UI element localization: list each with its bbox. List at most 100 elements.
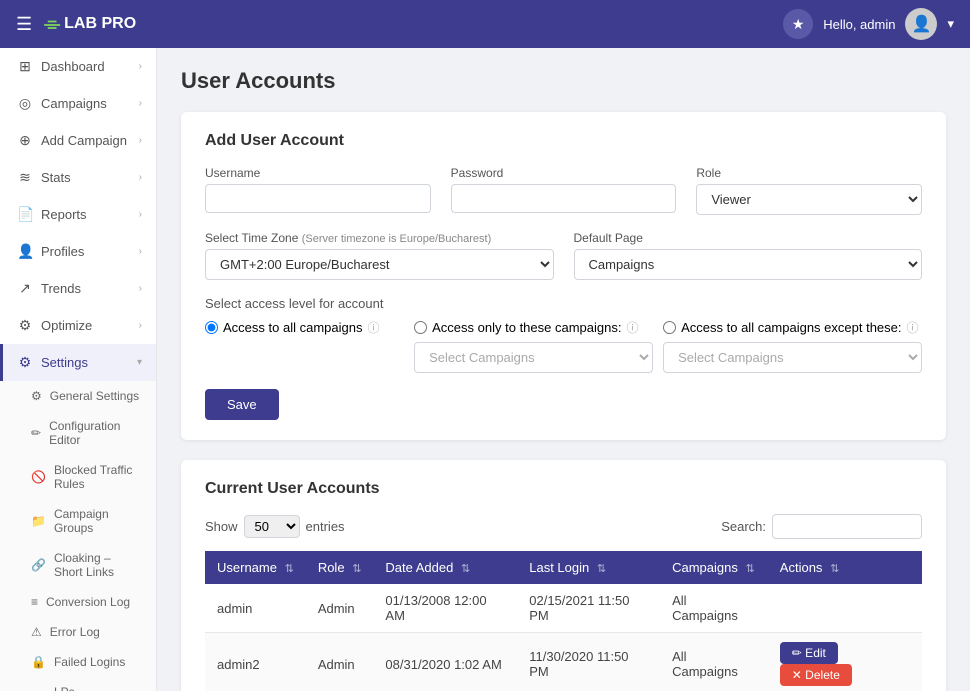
cell-actions: ✏ Edit ✕ Delete: [768, 633, 922, 691]
sidebar-item-settings[interactable]: ⚙ Settings ▾: [0, 344, 156, 381]
logo: ⌯ LAB PRO: [44, 13, 136, 36]
password-input[interactable]: [451, 184, 677, 213]
sort-icon-campaigns: ⇅: [745, 563, 754, 575]
table-controls: Show 50 25 100 entries Search:: [205, 514, 922, 539]
sidebar-sub-label-config-editor: Configuration Editor: [49, 419, 142, 447]
sidebar-label-optimize: Optimize: [41, 318, 92, 333]
search-input[interactable]: [772, 514, 922, 539]
table-header: Username ⇅ Role ⇅ Date Added ⇅ Last Lo: [205, 551, 922, 584]
col-campaigns[interactable]: Campaigns ⇅: [660, 551, 768, 584]
add-user-card: Add User Account Username Password Role …: [181, 112, 946, 440]
avatar[interactable]: 👤: [905, 8, 937, 40]
sidebar-sub-general-settings[interactable]: ⚙ General Settings: [0, 381, 156, 411]
sidebar-sub-campaign-groups[interactable]: 📁 Campaign Groups: [0, 499, 156, 543]
cell-last-login: 02/15/2021 11:50 PM: [517, 584, 660, 633]
access-radio-all[interactable]: [205, 321, 218, 334]
access-only-campaigns-select[interactable]: Select Campaigns: [414, 342, 653, 373]
cloaking-icon: 🔗: [31, 558, 46, 572]
access-option-all-top: Access to all campaigns ⓘ: [205, 319, 404, 336]
access-radio-except[interactable]: [663, 321, 676, 334]
chevron-icon: ›: [139, 246, 142, 257]
sidebar-item-trends[interactable]: ↗ Trends ›: [0, 270, 156, 307]
sidebar-item-campaigns[interactable]: ◎ Campaigns ›: [0, 85, 156, 122]
col-date-added[interactable]: Date Added ⇅: [373, 551, 517, 584]
col-username[interactable]: Username ⇅: [205, 551, 306, 584]
sidebar-item-add-campaign[interactable]: ⊕ Add Campaign ›: [0, 122, 156, 159]
table-row: admin2 Admin 08/31/2020 1:02 AM 11/30/20…: [205, 633, 922, 691]
optimize-icon: ⚙: [17, 317, 33, 334]
search-group: Search:: [721, 514, 922, 539]
role-select[interactable]: Viewer Editor Admin: [696, 184, 922, 215]
entries-label: entries: [306, 519, 345, 534]
save-button[interactable]: Save: [205, 389, 279, 420]
logo-text: LAB PRO: [64, 15, 136, 33]
sidebar-sub-lps-management[interactable]: 📋 LPs Management: [0, 677, 156, 691]
page-title: User Accounts: [181, 68, 946, 94]
default-page-select[interactable]: Campaigns Dashboard Stats: [574, 249, 923, 280]
timezone-select[interactable]: GMT+2:00 Europe/Bucharest: [205, 249, 554, 280]
username-label: Username: [205, 166, 431, 180]
col-last-login[interactable]: Last Login ⇅: [517, 551, 660, 584]
nav-left: ☰ ⌯ LAB PRO: [16, 13, 136, 36]
cell-role: Admin: [306, 633, 374, 691]
role-label: Role: [696, 166, 922, 180]
sidebar-label-reports: Reports: [41, 207, 87, 222]
access-label-except: Access to all campaigns except these:: [681, 320, 901, 335]
cell-date-added: 01/13/2008 12:00 AM: [373, 584, 517, 633]
username-input[interactable]: [205, 184, 431, 213]
profiles-icon: 👤: [17, 243, 33, 260]
dashboard-icon: ⊞: [17, 58, 33, 75]
sidebar-sub-menu: ⚙ General Settings ✏ Configuration Edito…: [0, 381, 156, 691]
error-log-icon: ⚠: [31, 625, 42, 639]
info-icon-only[interactable]: ⓘ: [626, 319, 638, 336]
sidebar-item-profiles[interactable]: 👤 Profiles ›: [0, 233, 156, 270]
info-icon-except[interactable]: ⓘ: [907, 319, 919, 336]
cell-campaigns: All Campaigns: [660, 584, 768, 633]
sidebar-sub-conversion-log[interactable]: ≡ Conversion Log: [0, 587, 156, 617]
sidebar-sub-cloaking[interactable]: 🔗 Cloaking – Short Links: [0, 543, 156, 587]
delete-button[interactable]: ✕ Delete: [780, 664, 852, 686]
access-option-except: Access to all campaigns except these: ⓘ …: [663, 319, 922, 373]
default-page-label: Default Page: [574, 231, 923, 245]
campaign-groups-icon: 📁: [31, 514, 46, 528]
sidebar-sub-failed-logins[interactable]: 🔒 Failed Logins: [0, 647, 156, 677]
col-role[interactable]: Role ⇅: [306, 551, 374, 584]
cell-username: admin2: [205, 633, 306, 691]
sort-icon-actions: ⇅: [830, 563, 839, 575]
cell-username: admin: [205, 584, 306, 633]
access-title: Select access level for account: [205, 296, 922, 311]
sidebar-label-profiles: Profiles: [41, 244, 84, 259]
nav-right: ★ Hello, admin 👤 ▾: [783, 8, 954, 40]
sidebar-label-stats: Stats: [41, 170, 71, 185]
sidebar-item-reports[interactable]: 📄 Reports ›: [0, 196, 156, 233]
sidebar-label-add-campaign: Add Campaign: [41, 133, 127, 148]
sidebar-item-dashboard[interactable]: ⊞ Dashboard ›: [0, 48, 156, 85]
sidebar-item-stats[interactable]: ≋ Stats ›: [0, 159, 156, 196]
avatar-chevron-icon[interactable]: ▾: [947, 16, 954, 32]
info-icon-all[interactable]: ⓘ: [367, 319, 379, 336]
password-group: Password: [451, 166, 677, 215]
access-section: Select access level for account Access t…: [205, 296, 922, 373]
sidebar-sub-error-log[interactable]: ⚠ Error Log: [0, 617, 156, 647]
users-table: Username ⇅ Role ⇅ Date Added ⇅ Last Lo: [205, 551, 922, 691]
sidebar-sub-configuration-editor[interactable]: ✏ Configuration Editor: [0, 411, 156, 455]
table-body: admin Admin 01/13/2008 12:00 AM 02/15/20…: [205, 584, 922, 691]
notifications-button[interactable]: ★: [783, 9, 813, 39]
hello-text: Hello, admin: [823, 17, 895, 32]
show-label: Show: [205, 519, 238, 534]
search-label: Search:: [721, 519, 766, 534]
role-group: Role Viewer Editor Admin: [696, 166, 922, 215]
sidebar-item-optimize[interactable]: ⚙ Optimize ›: [0, 307, 156, 344]
hamburger-icon[interactable]: ☰: [16, 14, 32, 35]
sidebar-sub-blocked-traffic[interactable]: 🚫 Blocked Traffic Rules: [0, 455, 156, 499]
sidebar-sub-label-lps-management: LPs Management: [54, 685, 142, 691]
edit-button[interactable]: ✏ Edit: [780, 642, 838, 664]
access-label-only: Access only to these campaigns:: [432, 320, 621, 335]
campaigns-icon: ◎: [17, 95, 33, 112]
access-except-campaigns-select[interactable]: Select Campaigns: [663, 342, 922, 373]
sidebar-sub-label-campaign-groups: Campaign Groups: [54, 507, 142, 535]
access-radio-only[interactable]: [414, 321, 427, 334]
main-content: User Accounts Add User Account Username …: [157, 48, 970, 691]
entries-select[interactable]: 50 25 100: [244, 515, 300, 538]
general-settings-icon: ⚙: [31, 389, 42, 403]
